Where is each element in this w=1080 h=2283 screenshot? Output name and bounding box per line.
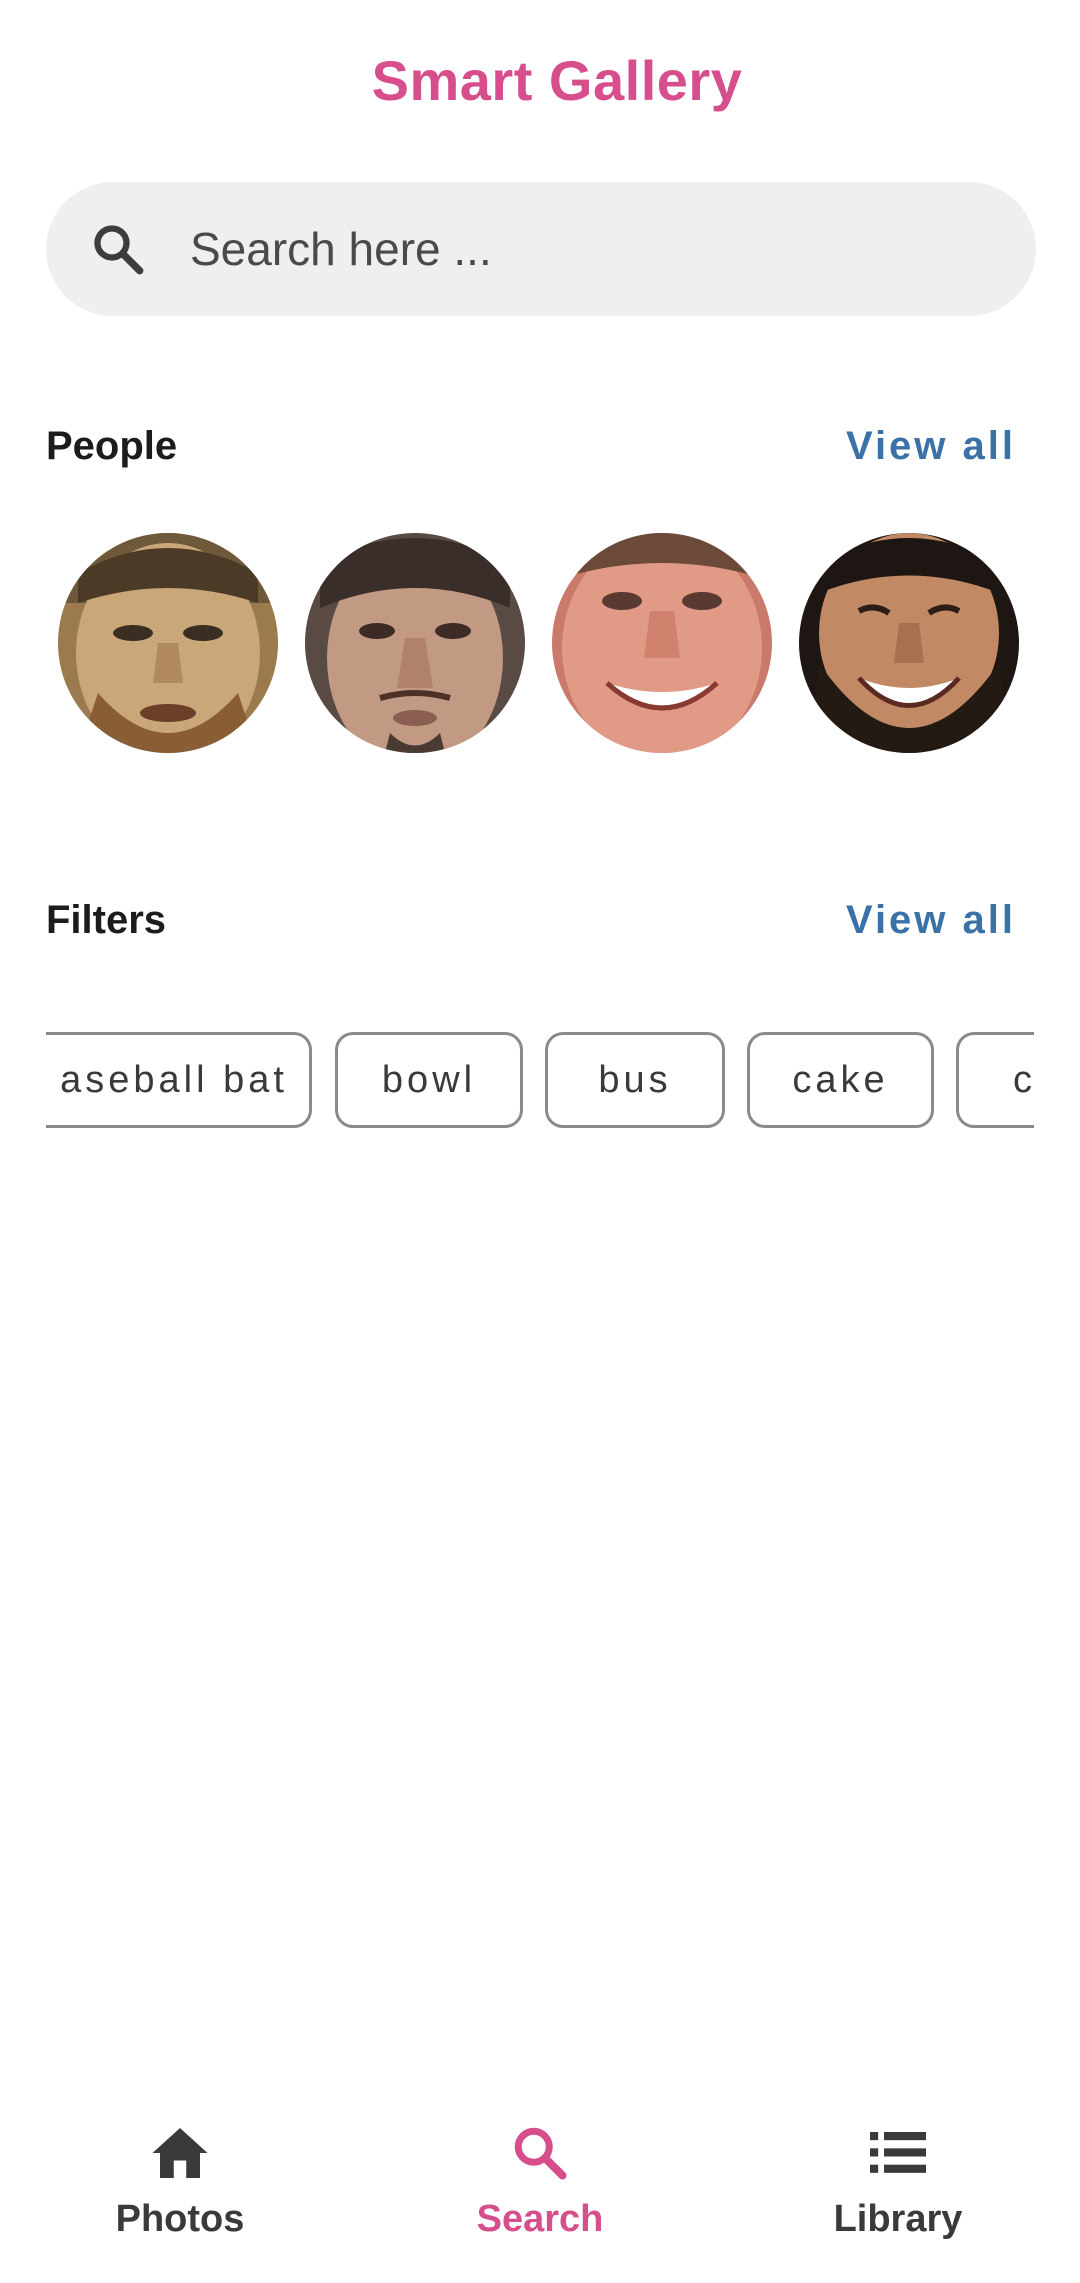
filter-chip[interactable]: c (956, 1032, 1034, 1128)
people-title: People (46, 424, 178, 468)
people-header: People View all (46, 424, 1016, 469)
filter-chip[interactable]: bus (545, 1032, 725, 1128)
bottom-nav: Photos Search Library (0, 2120, 1080, 2283)
person-avatar-4[interactable] (799, 533, 1019, 753)
filters-title: Filters (46, 898, 167, 942)
search-bar[interactable] (46, 182, 1036, 316)
list-icon (870, 2120, 926, 2186)
filter-chip[interactable]: aseball bat (46, 1032, 312, 1128)
people-row (58, 533, 1058, 755)
person-avatar-2[interactable] (305, 533, 525, 753)
app-title: Smart Gallery (371, 49, 743, 112)
nav-photos-label: Photos (115, 2198, 245, 2240)
people-view-all-link[interactable]: View all (846, 424, 1016, 469)
nav-search[interactable]: Search (410, 2120, 670, 2241)
nav-library-label: Library (833, 2198, 963, 2240)
search-icon[interactable] (86, 217, 150, 281)
filter-chip[interactable]: cake (747, 1032, 934, 1128)
nav-photos[interactable]: Photos (50, 2120, 310, 2241)
home-icon (150, 2120, 210, 2186)
filter-chip-list[interactable]: aseball bat bowl bus cake c (46, 1032, 1034, 1132)
search-input[interactable] (188, 221, 1012, 277)
person-avatar-3[interactable] (552, 533, 772, 753)
search-screen: Smart Gallery People View all (0, 0, 1080, 2283)
nav-library[interactable]: Library (768, 2120, 1028, 2241)
person-avatar-1[interactable] (58, 533, 278, 753)
filters-header: Filters View all (46, 898, 1016, 943)
search-icon (510, 2120, 570, 2186)
nav-search-label: Search (476, 2198, 604, 2240)
filter-chip[interactable]: bowl (335, 1032, 523, 1128)
filters-view-all-link[interactable]: View all (846, 898, 1016, 943)
